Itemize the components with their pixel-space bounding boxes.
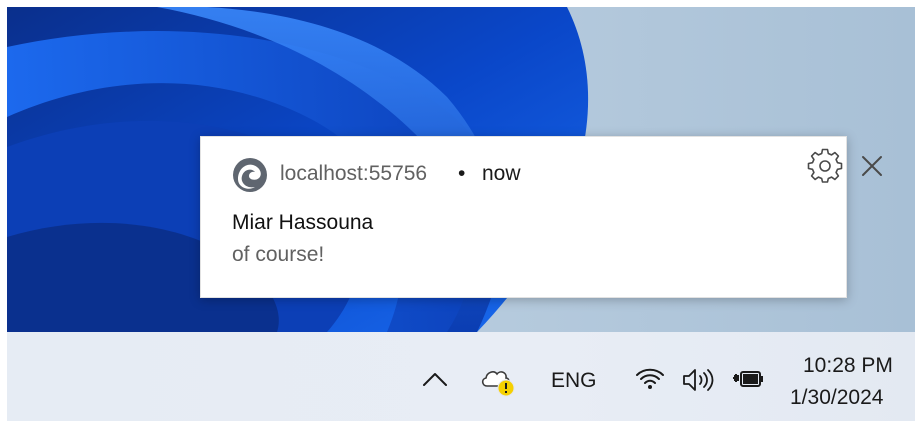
toast-notification[interactable]: localhost:55756 • now Miar Hassouna of c… (200, 136, 882, 298)
notification-source: localhost:55756 (280, 162, 428, 185)
close-icon[interactable] (859, 153, 885, 179)
edge-browser-icon (233, 158, 267, 192)
onedrive-cloud-warning-icon[interactable] (479, 366, 517, 398)
screen: localhost:55756 • now Miar Hassouna of c… (7, 7, 915, 421)
notification-sender: Miar Hassouna (232, 211, 374, 234)
wifi-icon[interactable] (634, 366, 666, 392)
chevron-up-icon[interactable] (421, 370, 449, 388)
desktop-wallpaper: localhost:55756 • now Miar Hassouna of c… (7, 7, 915, 332)
speaker-icon[interactable] (681, 366, 715, 394)
taskbar: ENG 10:28 PM 1/30/2024 (7, 332, 915, 421)
language-indicator[interactable]: ENG (551, 369, 597, 393)
separator-dot: • (458, 162, 466, 185)
notification-time: now (482, 162, 521, 185)
battery-charging-icon[interactable] (731, 366, 765, 392)
clock-time[interactable]: 10:28 PM (803, 354, 893, 378)
notification-message: of course! (232, 243, 325, 266)
gear-icon[interactable] (807, 148, 843, 184)
clock-date[interactable]: 1/30/2024 (790, 386, 883, 410)
